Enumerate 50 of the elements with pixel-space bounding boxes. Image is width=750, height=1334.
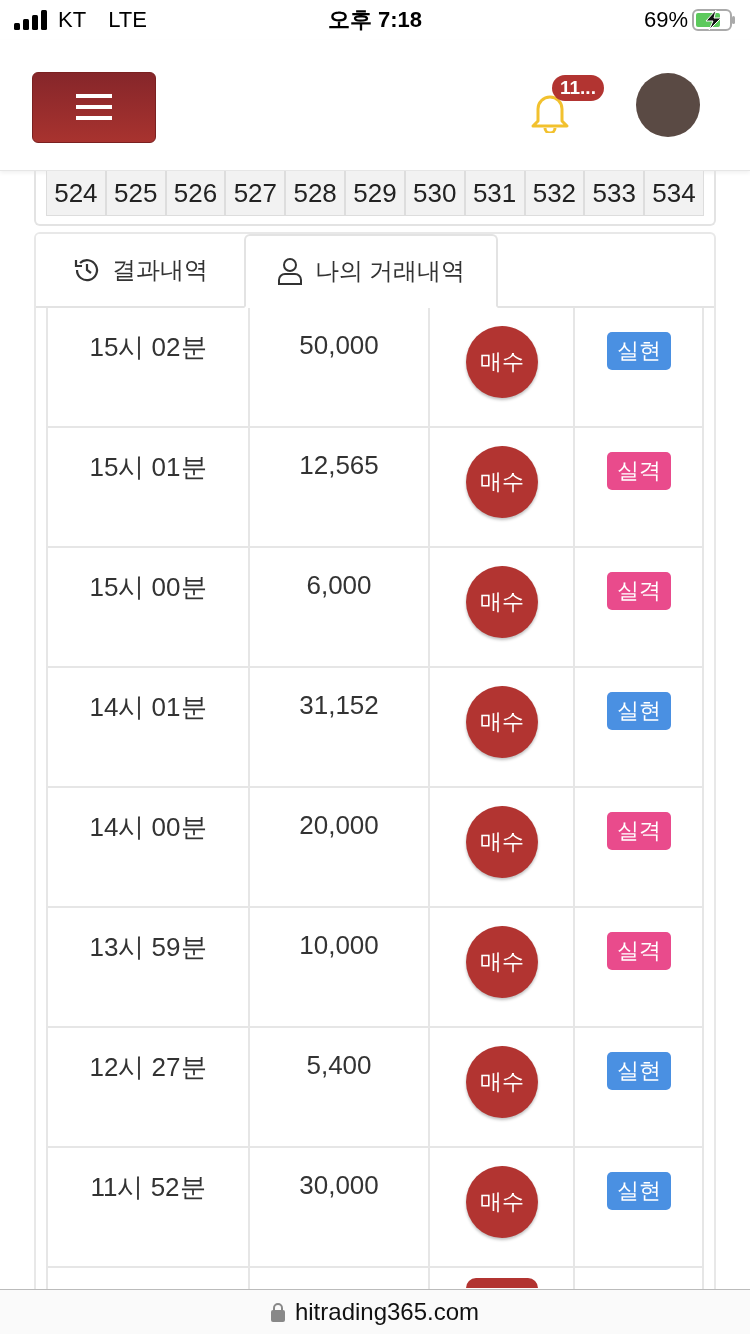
- result-tag: 실격: [606, 812, 671, 850]
- trade-amount: 12,565: [299, 450, 379, 481]
- round-number-cell[interactable]: 526: [165, 171, 226, 216]
- notification-badge: 11...: [552, 75, 604, 101]
- carrier-name: KT: [58, 7, 87, 33]
- trade-time: 15시 00분: [89, 571, 207, 604]
- result-tag: 실격: [606, 572, 671, 610]
- trade-amount: 10,000: [299, 930, 379, 961]
- result-tag: 실현: [606, 692, 671, 730]
- buy-button[interactable]: 매수: [465, 1046, 538, 1118]
- trade-amount: 6,000: [306, 570, 372, 601]
- trade-time: 14시 01분: [89, 691, 207, 724]
- url-text[interactable]: hitrading365.com: [294, 1298, 480, 1326]
- result-tag: 실현: [606, 1172, 671, 1210]
- trade-time: 11시 52분: [90, 1171, 206, 1204]
- buy-button[interactable]: 매수: [465, 1166, 538, 1238]
- trade-time: 15시 02분: [89, 331, 207, 364]
- trade-time: 13시 59분: [89, 931, 207, 964]
- trade-time: 14시 00분: [89, 811, 207, 844]
- result-tag: 실현: [606, 332, 671, 370]
- clock: 오후 7:18: [327, 6, 423, 34]
- round-number-cell[interactable]: 524: [46, 171, 106, 216]
- trade-amount: 20,000: [299, 810, 379, 841]
- buy-button[interactable]: 매수: [465, 566, 538, 638]
- result-tag: 실격: [606, 452, 671, 490]
- round-number-cell[interactable]: 527: [225, 171, 286, 216]
- round-number-cell[interactable]: 529: [345, 171, 405, 216]
- battery-percent: 69%: [643, 7, 688, 33]
- round-number-cell[interactable]: 531: [464, 171, 525, 216]
- trade-time: 12시 27분: [89, 1051, 207, 1084]
- trade-amount: 50,000: [299, 330, 379, 361]
- round-number-cell[interactable]: 528: [285, 171, 346, 216]
- round-number-cell[interactable]: 530: [404, 171, 465, 216]
- trade-amount: 31,152: [299, 690, 379, 721]
- round-number-cell[interactable]: 532: [524, 171, 585, 216]
- round-number-cell[interactable]: 534: [644, 171, 704, 216]
- buy-button[interactable]: 매수: [465, 326, 538, 398]
- trade-amount: 5,400: [306, 1050, 372, 1081]
- network-type: LTE: [108, 7, 147, 33]
- buy-button[interactable]: 매수: [465, 926, 538, 998]
- trade-amount: 30,000: [299, 1170, 379, 1201]
- round-number-cell[interactable]: 533: [584, 171, 645, 216]
- result-tag: 실격: [606, 932, 671, 970]
- buy-button[interactable]: 매수: [465, 446, 538, 518]
- buy-button[interactable]: 매수: [465, 686, 538, 758]
- tab[interactable]: 나의 거래내역: [244, 234, 498, 308]
- result-tag: 실현: [606, 1052, 671, 1090]
- trade-time: 15시 01분: [89, 451, 207, 484]
- round-number-cell[interactable]: 525: [105, 171, 166, 216]
- buy-button[interactable]: 매수: [465, 806, 538, 878]
